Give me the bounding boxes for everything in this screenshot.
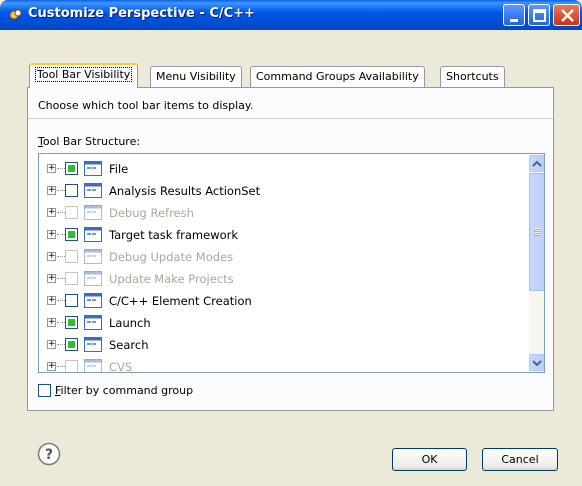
tree-row[interactable]: + Search (39, 334, 529, 356)
tree-item-label: Analysis Results ActionSet (109, 184, 261, 198)
tree-connector (57, 190, 65, 191)
tree-row[interactable]: + Update Make Projects (39, 268, 529, 290)
tree-item-label: Launch (109, 316, 151, 330)
expand-icon[interactable]: + (47, 296, 56, 305)
toolbar-icon (84, 293, 102, 308)
tree-item-label: Debug Update Modes (109, 250, 234, 264)
tree-row[interactable]: + Debug Refresh (39, 202, 529, 224)
tab-shortcuts[interactable]: Shortcuts (440, 66, 505, 87)
toolbar-icon (84, 271, 102, 286)
grip-icon (534, 228, 541, 236)
tree-row[interactable]: + C/C++ Element Creation (39, 290, 529, 312)
expand-icon[interactable]: + (47, 186, 56, 195)
tree-checkbox[interactable] (65, 162, 78, 175)
tree-connector (57, 322, 65, 323)
tree-connector (57, 212, 65, 213)
tree-item-label: Update Make Projects (109, 272, 234, 286)
tree-checkbox[interactable] (65, 338, 78, 351)
toolbar-icon (84, 359, 102, 372)
maximize-button[interactable] (528, 4, 550, 26)
instruction-text: Choose which tool bar items to display. (38, 99, 254, 112)
tab-panel: Choose which tool bar items to display. … (27, 87, 554, 411)
tree-checkbox[interactable] (65, 228, 78, 241)
tab-label: Shortcuts (446, 70, 499, 83)
tree-checkbox[interactable] (65, 184, 78, 197)
expand-icon[interactable]: + (47, 230, 56, 239)
tree-row[interactable]: + Launch (39, 312, 529, 334)
tree-item-label: Search (109, 338, 149, 352)
tree-connector (57, 256, 65, 257)
expand-icon[interactable]: + (47, 252, 56, 261)
scroll-up-button[interactable] (529, 155, 544, 172)
title-bar[interactable]: Customize Perspective - C/C++ (0, 0, 582, 30)
tab-label: Command Groups Availability (256, 70, 419, 83)
help-icon[interactable]: ? (37, 442, 61, 466)
tree-row[interactable]: + CVS (39, 356, 529, 373)
tree-connector (57, 234, 65, 235)
expand-icon[interactable]: + (47, 340, 56, 349)
tab-label: Tool Bar Visibility (35, 67, 133, 82)
tree-connector (57, 278, 65, 279)
expand-icon[interactable]: + (47, 164, 56, 173)
tab-menu-visibility[interactable]: Menu Visibility (150, 66, 242, 87)
tree-label: Tool Bar Structure: (38, 135, 140, 148)
tree-checkbox[interactable] (65, 316, 78, 329)
tree-checkbox[interactable] (65, 272, 78, 285)
close-icon (561, 9, 574, 22)
toolbar-structure-tree[interactable]: + File + Analysis Results ActionSet + Debug R… (38, 153, 545, 373)
chevron-up-icon (532, 160, 542, 167)
tree-checkbox[interactable] (65, 206, 78, 219)
cancel-button[interactable]: Cancel (482, 448, 558, 471)
maximize-icon (533, 9, 546, 22)
svg-text:?: ? (45, 447, 53, 463)
perspective-icon (9, 9, 22, 20)
toolbar-icon (84, 205, 102, 220)
toolbar-icon (84, 249, 102, 264)
tree-row[interactable]: + Analysis Results ActionSet (39, 180, 529, 202)
tree-row[interactable]: + File (39, 158, 529, 180)
minimize-icon (510, 19, 518, 22)
toolbar-icon (84, 161, 102, 176)
toolbar-icon (84, 183, 102, 198)
tree-item-label: C/C++ Element Creation (109, 294, 252, 308)
tree-label-text: ool Bar Structure: (42, 135, 141, 148)
tab-label: Menu Visibility (156, 70, 236, 83)
tree-checkbox[interactable] (65, 250, 78, 263)
window-title: Customize Perspective - C/C++ (28, 6, 255, 21)
filter-checkbox[interactable] (38, 384, 51, 397)
tree-connector (57, 344, 65, 345)
tree-connector (57, 300, 65, 301)
tree-item-label: CVS (109, 360, 133, 373)
filter-label-text: ilter by command group (60, 384, 194, 397)
tree-row[interactable]: + Debug Update Modes (39, 246, 529, 268)
filter-label: Filter by command group (55, 384, 193, 397)
scroll-thumb[interactable] (529, 173, 544, 291)
tab-tool-bar-visibility[interactable]: Tool Bar Visibility (29, 63, 139, 88)
toolbar-icon (84, 315, 102, 330)
dialog-window: Customize Perspective - C/C++ Tool Bar V… (0, 0, 582, 486)
tab-command-groups-availability[interactable]: Command Groups Availability (250, 66, 425, 87)
toolbar-icon (84, 227, 102, 242)
expand-icon[interactable]: + (47, 362, 56, 371)
tree-row[interactable]: + Target task framework (39, 224, 529, 246)
tree-checkbox[interactable] (65, 360, 78, 372)
minimize-button[interactable] (503, 4, 525, 26)
close-button[interactable] (553, 4, 580, 26)
expand-icon[interactable]: + (47, 318, 56, 327)
expand-icon[interactable]: + (47, 274, 56, 283)
scroll-down-button[interactable] (529, 354, 544, 371)
chevron-down-icon (532, 360, 542, 367)
tree-checkbox[interactable] (65, 294, 78, 307)
tree-connector (57, 366, 65, 367)
toolbar-icon (84, 337, 102, 352)
tree-item-label: Debug Refresh (109, 206, 194, 220)
divider (28, 118, 553, 119)
ok-button[interactable]: OK (392, 448, 467, 471)
tree-item-label: Target task framework (109, 228, 239, 242)
tree-item-label: File (109, 162, 129, 176)
tree-connector (57, 168, 65, 169)
vertical-scrollbar[interactable] (529, 154, 544, 372)
expand-icon[interactable]: + (47, 208, 56, 217)
